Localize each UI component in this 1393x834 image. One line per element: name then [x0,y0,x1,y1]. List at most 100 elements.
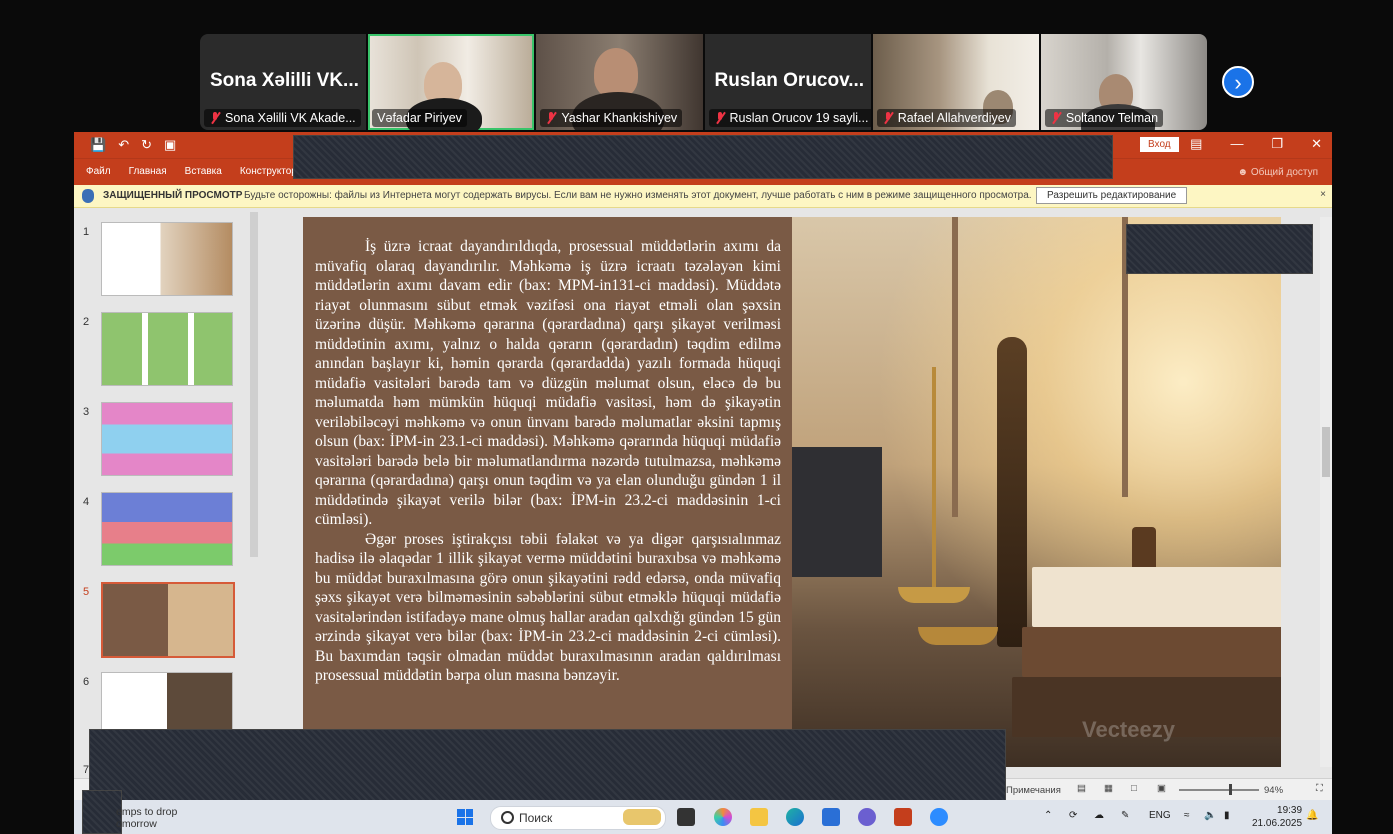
slide-thumbnail[interactable]: 4 [80,492,250,568]
justice-statue [997,337,1027,647]
tab-insert[interactable]: Вставка [185,166,222,177]
book [1032,567,1281,627]
zoom-slider[interactable] [1179,789,1259,791]
taskbar-search-box[interactable]: Поиск [490,806,666,830]
sign-in-button[interactable]: Вход [1140,137,1179,152]
thumbnail-image [101,222,233,296]
protected-view-message: Будьте осторожны: файлы из Интернета мог… [244,190,1032,201]
participant-tile-active-speaker[interactable]: Vəfadar Piriyev [368,34,535,130]
scrollbar-thumb[interactable] [1322,427,1330,477]
participant-caption-text: Soltanov Telman [1065,111,1159,125]
slide-sorter-icon[interactable]: ▦ [1104,783,1113,794]
tab-file[interactable]: Файл [86,166,111,177]
powerpoint-icon[interactable] [894,808,912,826]
language-indicator[interactable]: ENG [1149,810,1171,821]
wifi-icon[interactable]: ≈ [1184,810,1190,821]
reading-view-icon[interactable]: □ [1131,783,1137,794]
mic-muted-icon [209,112,221,124]
thumbnails-scrollbar[interactable] [250,212,258,557]
sync-icon[interactable]: ⟳ [1069,810,1077,821]
zoom-level[interactable]: 94% [1264,785,1283,796]
thumbnail-number: 2 [83,316,90,328]
app-icon[interactable] [858,808,876,826]
search-placeholder: Поиск [519,811,553,825]
notification-icon[interactable]: 🔔 [1306,810,1318,821]
slide-thumbnail[interactable]: 2 [80,312,250,388]
minimize-icon[interactable]: — [1230,136,1243,152]
windows-taskbar: emps to drop omorrow Поиск ⌃ ⟳ ☁ ✎ ENG ≈… [74,790,1332,834]
protected-view-title: ЗАЩИЩЕННЫЙ ПРОСМОТР [103,190,243,201]
windows-start-icon[interactable] [457,809,473,825]
slide-text-panel: İş üzrə icraat dayandırıldıqda, prosessu… [303,217,792,767]
weather-widget[interactable]: emps to drop omorrow [116,806,177,830]
thumbnail-number: 4 [83,496,90,508]
maximize-icon[interactable]: ❐ [1271,136,1283,152]
scales-pan [918,627,998,645]
slideshow-view-icon[interactable]: ▣ [1157,783,1166,794]
edge-browser-icon[interactable] [786,808,804,826]
participant-caption: Ruslan Orucov 19 sayli... [708,109,871,127]
participant-caption-text: Ruslan Orucov 19 sayli... [729,111,869,125]
close-icon[interactable]: ✕ [1311,136,1322,152]
participant-caption-text: Rafael Allahverdiyev [897,111,1011,125]
close-bar-icon[interactable]: × [1320,189,1326,200]
tab-design[interactable]: Конструктор [240,166,297,177]
slide-thumbnail[interactable]: 1 [80,222,250,298]
participant-strip: Sona Xəlilli VK... Sona Xəlilli VK Akade… [200,34,1207,130]
laptop [792,447,882,577]
cloud-icon[interactable]: ☁ [1094,810,1104,821]
share-button[interactable]: ☻ Общий доступ [1238,167,1319,178]
powerpoint-window: 💾 ↶ ↻ ▣ Вход ▤ — ❐ ✕ Файл Главная Вставк… [74,132,1332,800]
clock-date: 21.06.2025 [1252,818,1303,829]
slide-text-box[interactable]: İş üzrə icraat dayandırıldıqda, prosessu… [315,237,781,686]
mic-muted-icon [882,112,894,124]
slide-scrollbar[interactable] [1320,217,1332,767]
scales-pan [898,587,970,603]
battery-icon[interactable]: ▮ [1224,810,1230,821]
redo-icon[interactable]: ↻ [141,137,152,153]
weather-line: omorrow [116,818,157,830]
pen-icon[interactable]: ✎ [1121,810,1129,821]
normal-view-icon[interactable]: ▤ [1077,783,1086,794]
task-view-icon[interactable] [677,808,695,826]
participant-tile[interactable]: Sona Xəlilli VK... Sona Xəlilli VK Akade… [200,34,367,130]
book [1022,627,1281,677]
window-controls: ▤ — ❐ ✕ [1190,136,1322,152]
shield-icon [82,189,94,203]
participant-tile[interactable]: Soltanov Telman [1040,34,1207,130]
participant-name-large: Ruslan Orucov... [714,70,865,91]
search-icon [501,811,514,824]
participant-caption: Yashar Khankishiyev [540,109,683,127]
participant-tile[interactable]: Yashar Khankishiyev [536,34,703,130]
zoom-slider-thumb[interactable] [1229,784,1232,795]
slide-thumbnail-selected[interactable]: 5 [80,582,250,658]
next-participants-button[interactable]: › [1222,66,1254,98]
protected-view-bar: ЗАЩИЩЕННЫЙ ПРОСМОТР Будьте осторожны: фа… [74,185,1332,208]
thumbnail-image [101,582,235,658]
redacted-area [89,729,1006,801]
thumbnail-number: 3 [83,406,90,418]
undo-icon[interactable]: ↶ [118,137,129,153]
save-icon[interactable]: 💾 [90,137,106,153]
tray-overflow-icon[interactable]: ⌃ [1044,810,1052,821]
watermark-text: Vecteezy [1082,717,1175,742]
tab-home[interactable]: Главная [129,166,167,177]
slide-thumbnail[interactable]: 3 [80,402,250,478]
zoom-app-icon[interactable] [930,808,948,826]
slideshow-icon[interactable]: ▣ [164,137,176,153]
fit-slide-icon[interactable]: ⛶ [1316,783,1323,794]
participant-name-large: Sona Xəlilli VK... [210,70,359,91]
store-icon[interactable] [822,808,840,826]
participant-caption: Rafael Allahverdiyev [876,109,1016,127]
window-frame [952,217,958,517]
notes-button[interactable]: Примечания [1006,785,1061,796]
slide-canvas[interactable]: İş üzrə icraat dayandırıldıqda, prosessu… [303,217,1281,767]
copilot-icon[interactable] [714,808,732,826]
ribbon-display-icon[interactable]: ▤ [1190,136,1202,152]
participant-tile[interactable]: Rafael Allahverdiyev [872,34,1039,130]
participant-tile[interactable]: Ruslan Orucov... Ruslan Orucov 19 sayli.… [704,34,871,130]
speaker-icon[interactable]: 🔈 [1204,810,1216,821]
file-explorer-icon[interactable] [750,808,768,826]
taskbar-clock[interactable]: 19:39 21.06.2025 [1252,804,1302,830]
enable-editing-button[interactable]: Разрешить редактирование [1036,187,1188,204]
